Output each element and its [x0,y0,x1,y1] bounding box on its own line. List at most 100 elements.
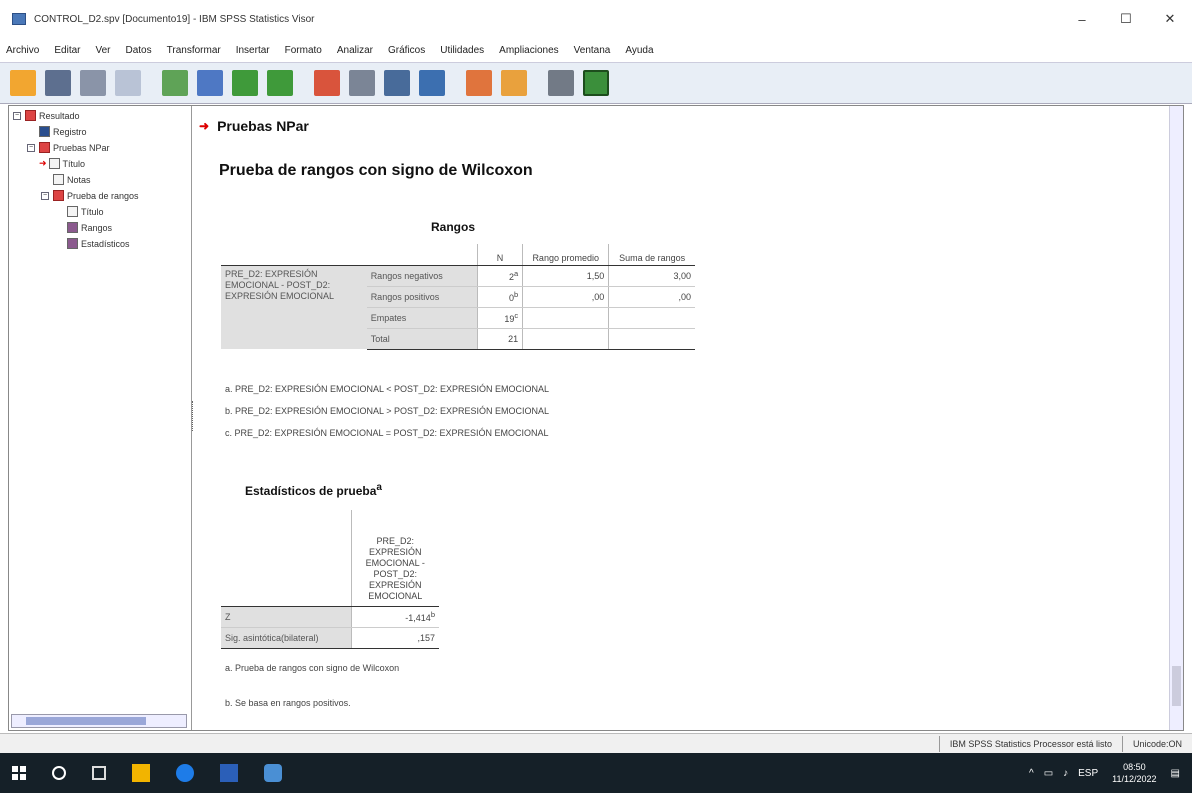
menu-ver[interactable]: Ver [95,45,110,56]
output-viewer-pane: ➜ Pruebas NPar Prueba de rangos con sign… [195,106,1183,730]
col-header-rango: Rango promedio [522,244,609,266]
language-indicator[interactable]: ESP [1078,768,1098,779]
word-icon[interactable] [220,764,238,782]
row-label: Total [366,328,478,350]
status-bar: IBM SPSS Statistics Processor está listo… [0,733,1192,753]
cell-suma: ,00 [608,286,695,308]
file-explorer-icon[interactable] [132,764,150,782]
show-hidden-icons-icon[interactable]: ^ [1029,768,1034,779]
outline-item-titulo[interactable]: ➜ Título [39,158,85,169]
menu-formato[interactable]: Formato [285,45,322,56]
rangos-table[interactable]: N Rango promedio Suma de rangos PRE_D2: … [221,244,695,350]
cell-rango [522,328,609,350]
outline-item-rangos[interactable]: Rangos [67,222,112,233]
menu-analizar[interactable]: Analizar [337,45,373,56]
current-item-arrow-icon: ➜ [199,119,210,133]
designate-window-icon[interactable] [548,70,574,96]
outline-horizontal-scrollbar[interactable] [11,714,187,728]
redo-icon[interactable] [267,70,293,96]
insert-table-icon[interactable] [419,70,445,96]
notifications-icon[interactable]: ▤ [1171,768,1180,779]
menu-graficos[interactable]: Gráficos [388,45,425,56]
window-titlebar: CONTROL_D2.spv [Documento19] - IBM SPSS … [0,0,1192,38]
clock[interactable]: 08:50 11/12/2022 [1112,761,1156,785]
window-title: CONTROL_D2.spv [Documento19] - IBM SPSS … [34,13,315,25]
save-icon[interactable] [45,70,71,96]
cell-sig: ,157 [350,627,439,649]
menu-utilidades[interactable]: Utilidades [440,45,484,56]
insert-chart-icon[interactable] [501,70,527,96]
export-icon[interactable] [162,70,188,96]
row-label: Empates [366,307,478,329]
volume-icon[interactable]: ♪ [1063,768,1068,779]
rangos-table-title: Rangos [431,220,476,234]
cell-n: 19c [476,307,523,329]
outline-pane: − Resultado Registro − Pruebas NPar ➜ Tí… [9,106,192,730]
footnote-a: a. PRE_D2: EXPRESIÓN EMOCIONAL < POST_D2… [225,384,550,394]
cell-suma [608,328,695,350]
estadisticos-table-title: Estadísticos de pruebaa [245,482,382,498]
cell-suma: 3,00 [608,265,695,287]
cell-n: 21 [476,328,523,350]
table-row: Z -1,414b [221,606,439,628]
processor-status: IBM SPSS Statistics Processor está listo [938,735,1122,752]
menu-ayuda[interactable]: Ayuda [625,45,653,56]
open-icon[interactable] [10,70,36,96]
menu-transformar[interactable]: Transformar [167,45,221,56]
test-title[interactable]: Prueba de rangos con signo de Wilcoxon [219,162,533,180]
outline-item-registro[interactable]: Registro [39,126,87,137]
collapse-icon[interactable]: − [13,111,21,120]
section-heading[interactable]: ➜ Pruebas NPar [199,118,309,134]
system-tray: ^ ▭ ♪ ESP 08:50 11/12/2022 ▤ [1029,753,1180,793]
estadisticos-table[interactable]: PRE_D2: EXPRESIÓN EMOCIONAL - POST_D2: E… [221,510,439,649]
menu-datos[interactable]: Datos [126,45,152,56]
col-header-suma: Suma de rangos [608,244,695,266]
cell-n: 0b [476,286,523,308]
row-label: Rangos negativos [366,265,478,287]
collapse-icon[interactable]: − [27,143,35,152]
spss-taskbar-icon[interactable] [264,764,282,782]
menu-archivo[interactable]: Archivo [6,45,39,56]
menu-ventana[interactable]: Ventana [574,45,611,56]
menu-insertar[interactable]: Insertar [236,45,270,56]
recall-dialog-icon[interactable] [197,70,223,96]
undo-icon[interactable] [232,70,258,96]
insert-output-icon[interactable] [466,70,492,96]
cell-rango: ,00 [522,286,609,308]
row-label: Sig. asintótica(bilateral) [221,627,351,649]
goto-case-icon[interactable] [349,70,375,96]
outline-item-pruebas-npar[interactable]: − Pruebas NPar [27,142,110,153]
outline-item-resultado[interactable]: − Resultado [13,110,80,121]
windows-start-icon[interactable] [12,766,26,780]
outline-item-titulo-2[interactable]: Título [67,206,104,217]
browser-icon[interactable] [176,764,194,782]
network-icon[interactable]: ▭ [1044,768,1053,779]
search-icon[interactable] [52,766,66,780]
print-icon[interactable] [80,70,106,96]
notes-icon [53,174,64,185]
close-button[interactable]: ✕ [1148,0,1192,38]
selection-arrow-icon: ➜ [39,158,47,168]
output-book-icon [25,110,36,121]
outline-item-prueba-rangos[interactable]: − Prueba de rangos [41,190,139,201]
menu-ampliaciones[interactable]: Ampliaciones [499,45,558,56]
variables-icon[interactable] [384,70,410,96]
table-row: PRE_D2: EXPRESIÓN EMOCIONAL - POST_D2: E… [221,265,695,349]
viewer-vertical-scrollbar[interactable] [1169,106,1183,730]
collapse-icon[interactable]: − [41,191,49,200]
task-view-icon[interactable] [92,766,106,780]
outline-item-notas[interactable]: Notas [53,174,91,185]
print-preview-icon[interactable] [115,70,141,96]
goto-data-icon[interactable] [314,70,340,96]
row-label: Rangos positivos [366,286,478,308]
cell-n: 2a [476,265,523,287]
log-icon [39,126,50,137]
menu-editar[interactable]: Editar [54,45,80,56]
maximize-button[interactable]: ☐ [1104,0,1148,38]
minimize-button[interactable]: – [1060,0,1104,38]
output-book-icon [39,142,50,153]
show-all-icon[interactable] [583,70,609,96]
windows-taskbar: ^ ▭ ♪ ESP 08:50 11/12/2022 ▤ [0,753,1192,793]
spss-app-icon [12,13,26,25]
outline-item-estadisticos[interactable]: Estadísticos [67,238,130,249]
